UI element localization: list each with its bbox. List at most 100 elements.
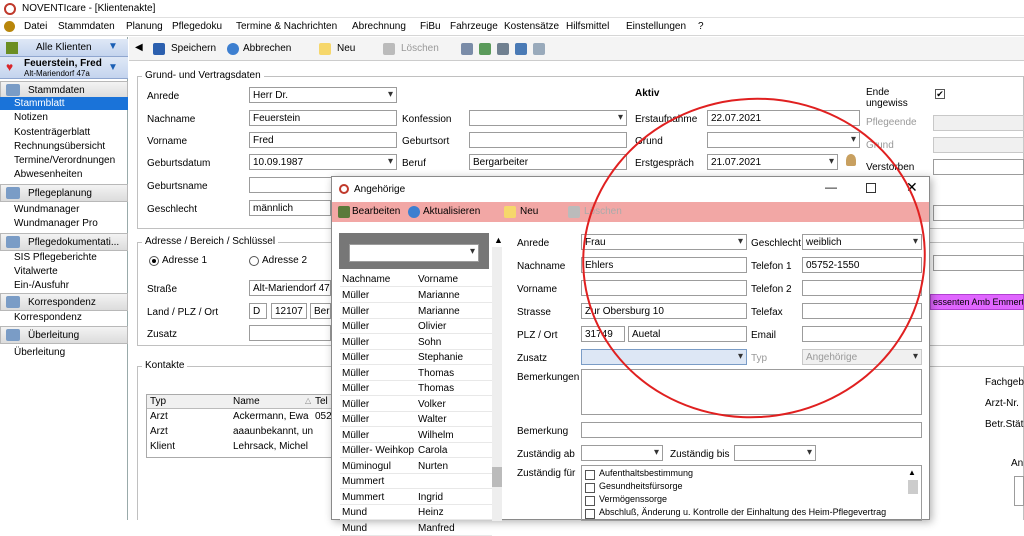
- checkbox-gesundheit[interactable]: [585, 483, 595, 493]
- dialog-new-button[interactable]: Neu: [520, 206, 538, 217]
- list-item[interactable]: Müller Olivier: [340, 319, 492, 334]
- sidebar-item-wundmanager-pro[interactable]: Wundmanager Pro: [14, 218, 98, 229]
- list-item[interactable]: Müller Marianne: [340, 304, 492, 319]
- zusatz-field[interactable]: [249, 325, 331, 341]
- menu-help[interactable]: ?: [698, 21, 704, 32]
- konfession-select[interactable]: [469, 110, 627, 126]
- list-item[interactable]: Müller Wilhelm: [340, 428, 492, 443]
- vorname-field[interactable]: Fred: [249, 132, 397, 148]
- section-pflegedokumentation[interactable]: Pflegedokumentati...: [0, 233, 128, 251]
- printer-icon[interactable]: [497, 43, 509, 55]
- list-item[interactable]: Müller Volker: [340, 397, 492, 412]
- col-tel[interactable]: Tel: [315, 396, 328, 407]
- table-row[interactable]: Arzt Ackermann, Ewa 052: [147, 410, 332, 424]
- geburtsdatum-field[interactable]: 10.09.1987: [249, 154, 397, 170]
- list-item[interactable]: Müminogul Nurten: [340, 459, 492, 474]
- list-item[interactable]: Müller Thomas: [340, 381, 492, 396]
- list-item[interactable]: Müller Marianne: [340, 288, 492, 303]
- cancel-button[interactable]: Abbrechen: [243, 43, 291, 54]
- section-pflegeplanung[interactable]: Pflegeplanung: [0, 184, 128, 202]
- edit-button[interactable]: Bearbeiten: [352, 206, 400, 217]
- chevron-down-icon[interactable]: ▼: [108, 62, 118, 73]
- checkbox-aufenthalt[interactable]: [585, 470, 595, 480]
- sidebar-item-rechnungsuebersicht[interactable]: Rechnungsübersicht: [14, 141, 105, 152]
- sidebar-item-ueberleitung[interactable]: Überleitung: [14, 347, 65, 358]
- list-filter-select[interactable]: [349, 244, 479, 262]
- anrede-select[interactable]: Herr Dr.: [249, 87, 397, 103]
- sidebar-item-sis[interactable]: SIS Pflegeberichte: [14, 252, 97, 263]
- scrollbar-thumb[interactable]: [492, 467, 502, 487]
- menu-pflegedoku[interactable]: Pflegedoku: [172, 21, 222, 32]
- list-item[interactable]: Müller Stephanie: [340, 350, 492, 365]
- sidebar-item-termine[interactable]: Termine/Verordnungen: [14, 155, 115, 166]
- menu-stammdaten[interactable]: Stammdaten: [58, 21, 115, 32]
- refresh-button[interactable]: Aktualisieren: [423, 206, 480, 217]
- list-item[interactable]: Mummert Ingrid: [340, 490, 492, 505]
- print-icon[interactable]: [461, 43, 473, 55]
- menu-einstellungen[interactable]: Einstellungen: [626, 21, 686, 32]
- list-item[interactable]: Müller Thomas: [340, 366, 492, 381]
- sidebar-item-abwesenheiten[interactable]: Abwesenheiten: [14, 169, 82, 180]
- scroll-up-icon[interactable]: ▲: [908, 468, 916, 477]
- sidebar-item-kostentraegerblatt[interactable]: Kostenträgerblatt: [14, 127, 90, 138]
- sidebar-item-ein-ausfuhr[interactable]: Ein-/Ausfuhr: [14, 280, 69, 291]
- verstorben-field[interactable]: [933, 159, 1024, 175]
- scroll-up-icon[interactable]: ▲: [494, 235, 503, 245]
- menu-termine[interactable]: Termine & Nachrichten: [236, 21, 337, 32]
- list-item[interactable]: Mummert: [340, 474, 492, 489]
- plz-field[interactable]: 12107: [271, 303, 307, 319]
- sidebar-item-stammblatt[interactable]: Stammblatt: [0, 97, 128, 110]
- checkbox-abschluss[interactable]: [585, 509, 595, 519]
- sidebar-item-korrespondenz[interactable]: Korrespondenz: [14, 312, 82, 323]
- right-box[interactable]: [1014, 476, 1024, 506]
- all-clients-header[interactable]: Alle Klienten ▼: [0, 39, 128, 57]
- chevron-down-icon[interactable]: ▼: [108, 41, 118, 52]
- list-item[interactable]: Müller- Weihkop Carola: [340, 443, 492, 458]
- list-item[interactable]: Müller Sohn: [340, 335, 492, 350]
- menu-fahrzeuge[interactable]: Fahrzeuge: [450, 21, 498, 32]
- table-row[interactable]: Arzt aaaunbekannt, un: [147, 425, 331, 439]
- collapse-arrow-icon[interactable]: ◀: [135, 42, 143, 53]
- ende-ungewiss-checkbox[interactable]: ✔: [935, 89, 945, 99]
- adresse1-radio[interactable]: [149, 256, 159, 266]
- dlg-zustaendig-bis-field[interactable]: [734, 445, 816, 461]
- geburtsort-field[interactable]: [469, 132, 627, 148]
- save-button[interactable]: Speichern: [171, 43, 216, 54]
- checkbox-vermoegen[interactable]: [585, 496, 595, 506]
- table-row[interactable]: Klient Lehrsack, Michel: [147, 440, 331, 454]
- col-name[interactable]: Name: [233, 396, 260, 407]
- section-ueberleitung[interactable]: Überleitung: [0, 326, 128, 344]
- beruf-field[interactable]: Bergarbeiter: [469, 154, 627, 170]
- dlg-bemerkung-field[interactable]: [581, 422, 922, 438]
- new-button[interactable]: Neu: [337, 43, 355, 54]
- strasse-field[interactable]: Alt-Mariendorf 47a: [249, 280, 331, 296]
- list-item[interactable]: Müller Walter: [340, 412, 492, 427]
- sidebar-item-notizen[interactable]: Notizen: [14, 112, 48, 123]
- list-item[interactable]: Mund Manfred: [340, 521, 492, 536]
- fax-icon[interactable]: [515, 43, 527, 55]
- schluessel-tag[interactable]: essenten Amb Emmerti: [930, 294, 1024, 310]
- extra-field[interactable]: [933, 205, 1024, 221]
- menu-kostensaetze[interactable]: Kostensätze: [504, 21, 559, 32]
- section-korrespondenz[interactable]: Korrespondenz: [0, 293, 128, 311]
- list-item[interactable]: Mund Heinz: [340, 505, 492, 520]
- menu-hilfsmittel[interactable]: Hilfsmittel: [566, 21, 609, 32]
- menu-abrechnung[interactable]: Abrechnung: [352, 21, 406, 32]
- menu-fibu[interactable]: FiBu: [420, 21, 441, 32]
- menu-datei[interactable]: Datei: [24, 21, 47, 32]
- nachname-field[interactable]: Feuerstein: [249, 110, 397, 126]
- delete-button[interactable]: Löschen: [401, 43, 439, 54]
- document-icon[interactable]: [533, 43, 545, 55]
- sidebar-item-vitalwerte[interactable]: Vitalwerte: [14, 266, 58, 277]
- dlg-zustaendig-ab-field[interactable]: [581, 445, 663, 461]
- sidebar-item-wundmanager[interactable]: Wundmanager: [14, 204, 79, 215]
- col-typ[interactable]: Typ: [150, 396, 166, 407]
- adresse2-radio[interactable]: [249, 256, 259, 266]
- export-icon[interactable]: [479, 43, 491, 55]
- current-client[interactable]: ♥ Feuerstein, Fred Alt-Mariendorf 47a ▼: [0, 57, 128, 79]
- geschlecht-select[interactable]: männlich: [249, 200, 331, 216]
- menu-planung[interactable]: Planung: [126, 21, 163, 32]
- scrollbar-thumb[interactable]: [908, 480, 918, 494]
- land-field[interactable]: D: [249, 303, 267, 319]
- bereich-field[interactable]: [933, 255, 1024, 271]
